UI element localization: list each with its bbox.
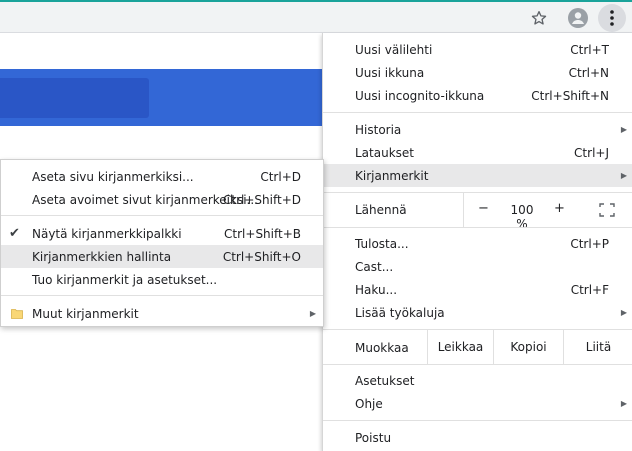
menu-divider (1, 215, 323, 216)
menu-divider (323, 364, 632, 365)
submenu-item-other-bookmarks[interactable]: Muut kirjanmerkit ▶ (1, 302, 323, 325)
star-icon[interactable] (527, 6, 551, 30)
menu-item-new-window[interactable]: Uusi ikkuna Ctrl+N (323, 61, 632, 84)
zoom-out-button[interactable]: − (478, 201, 489, 216)
menu-item-new-tab[interactable]: Uusi välilehti Ctrl+T (323, 38, 632, 61)
menu-divider (1, 295, 323, 296)
menu-item-bookmarks[interactable]: Kirjanmerkit ▶ (323, 164, 632, 187)
page-header-bar (0, 69, 322, 126)
menu-item-print[interactable]: Tulosta... Ctrl+P (323, 232, 632, 255)
submenu-arrow-icon: ▶ (309, 309, 316, 318)
submenu-item-show-bookmarks-bar[interactable]: ✔ Näytä kirjanmerkkipalkki Ctrl+Shift+B (1, 222, 323, 245)
paste-button[interactable]: Liitä (563, 330, 632, 364)
menu-divider (323, 420, 632, 421)
submenu-item-bookmark-page[interactable]: Aseta sivu kirjanmerkiksi... Ctrl+D (1, 165, 323, 188)
chrome-main-menu: Uusi välilehti Ctrl+T Uusi ikkuna Ctrl+N… (322, 33, 632, 451)
submenu-item-bookmark-all[interactable]: Aseta avoimet sivut kirjanmerkeiksi... C… (1, 188, 323, 211)
menu-item-exit[interactable]: Poistu (323, 426, 632, 449)
copy-button[interactable]: Kopioi (493, 330, 563, 364)
shortcut: Ctrl+Shift+D (223, 192, 301, 207)
shortcut: Ctrl+Shift+B (224, 226, 301, 241)
avatar-icon[interactable] (566, 6, 590, 30)
kebab-menu-icon[interactable] (598, 4, 626, 32)
menu-item-help[interactable]: Ohje ▶ (323, 392, 632, 415)
menu-divider (323, 227, 632, 228)
submenu-item-import[interactable]: Tuo kirjanmerkit ja asetukset... (1, 268, 323, 291)
shortcut: Ctrl+Shift+N (531, 88, 609, 103)
menu-item-settings[interactable]: Asetukset (323, 369, 632, 392)
fullscreen-icon[interactable] (599, 203, 615, 217)
menu-item-history[interactable]: Historia ▶ (323, 118, 632, 141)
cut-button[interactable]: Leikkaa (427, 330, 493, 364)
folder-icon (11, 309, 23, 319)
shortcut: Ctrl+T (570, 42, 609, 57)
menu-item-downloads[interactable]: Lataukset Ctrl+J (323, 141, 632, 164)
shortcut: Ctrl+D (260, 169, 301, 184)
browser-toolbar (0, 0, 632, 33)
submenu-arrow-icon: ▶ (620, 125, 627, 134)
menu-item-find[interactable]: Haku... Ctrl+F (323, 278, 632, 301)
shortcut: Ctrl+J (574, 145, 609, 160)
submenu-item-bookmark-manager[interactable]: Kirjanmerkkien hallinta Ctrl+Shift+O (1, 245, 323, 268)
shortcut: Ctrl+F (570, 282, 609, 297)
menu-item-cast[interactable]: Cast... (323, 255, 632, 278)
bookmarks-submenu: Aseta sivu kirjanmerkiksi... Ctrl+D Aset… (0, 159, 324, 327)
shortcut: Ctrl+P (570, 236, 609, 251)
zoom-in-button[interactable]: + (554, 201, 565, 216)
menu-item-incognito[interactable]: Uusi incognito-ikkuna Ctrl+Shift+N (323, 84, 632, 107)
menu-divider (323, 112, 632, 113)
submenu-arrow-icon: ▶ (620, 399, 627, 408)
edit-row: Muokkaa Leikkaa Kopioi Liitä (323, 330, 632, 364)
submenu-arrow-icon: ▶ (620, 308, 627, 317)
menu-item-more-tools[interactable]: Lisää työkaluja ▶ (323, 301, 632, 324)
shortcut: Ctrl+N (568, 65, 609, 80)
zoom-row: Lähennä − 100 % + (323, 193, 632, 231)
shortcut: Ctrl+Shift+O (222, 249, 301, 264)
checkmark-icon: ✔ (9, 226, 20, 241)
submenu-arrow-icon: ▶ (620, 171, 627, 180)
zoom-controls: − 100 % + (463, 193, 632, 231)
page-search-box[interactable] (0, 78, 149, 118)
